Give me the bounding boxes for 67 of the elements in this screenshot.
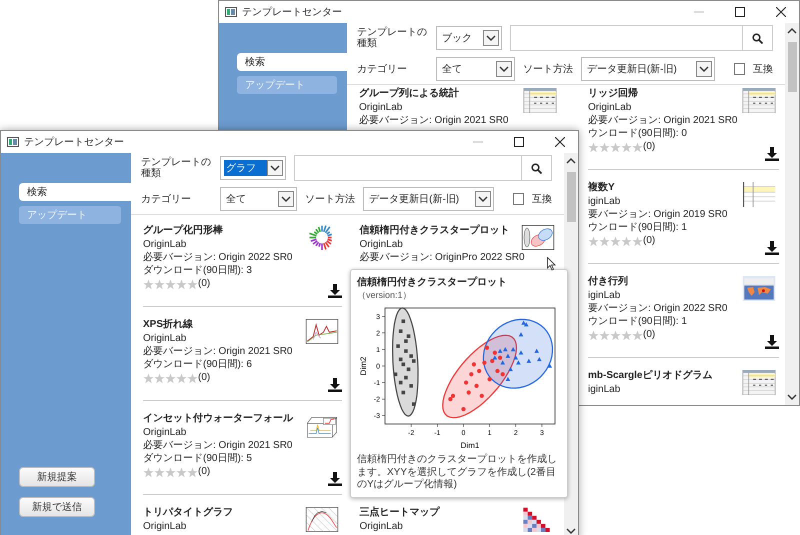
sidebar-button[interactable]: 新規で送信 — [19, 497, 95, 517]
rating-count: (0) — [198, 372, 210, 384]
window-title: テンプレートセンター — [24, 136, 125, 149]
download-count: ダウンロード(90日間): 6 — [143, 359, 252, 371]
template-title[interactable]: 信頼楕円付きクラスタープロット — [360, 225, 510, 237]
template-title[interactable]: XPS折れ線 — [143, 319, 194, 331]
template-title[interactable]: グループ列による統計 — [359, 88, 459, 100]
author-name: OriginLab — [360, 521, 403, 533]
download-count: ダウンロード(90日間): 3 — [143, 265, 252, 277]
sidebar-tab[interactable]: 検索 — [237, 53, 347, 71]
author-name: iginLab — [588, 384, 620, 396]
compat-label: 互換 — [532, 193, 552, 206]
sort-dropdown[interactable]: データ更新日(新-旧) — [580, 57, 715, 81]
category-label: カテゴリー — [357, 64, 408, 74]
compat-label: 互換 — [753, 63, 773, 76]
axis-title: Dim1 — [460, 441, 480, 450]
version-label: （version:1） — [357, 289, 412, 302]
rating-count: (0) — [643, 329, 656, 341]
category-dropdown[interactable]: 全て — [436, 57, 515, 81]
template-title[interactable]: インセット付ウォーターフォール — [143, 413, 293, 425]
required-version: 要バージョン: Origin 2022 SR0 — [588, 303, 728, 315]
download-count: ウンロード(90日間): 1 — [588, 222, 687, 234]
required-version: 必要バージョン: Origin 2021 SR0 — [359, 115, 508, 127]
author-name: OriginLab — [143, 239, 186, 251]
author-name: OriginLab — [359, 102, 402, 114]
category-label: カテゴリー — [141, 194, 192, 204]
sort-label: ソート方法 — [305, 192, 356, 206]
author-name: OriginLab — [143, 333, 186, 345]
template-title[interactable]: グループ化円形棒 — [143, 225, 223, 237]
popup-title: 信頼楕円付きクラスタープロット — [357, 275, 507, 289]
author-name: OriginLab — [360, 239, 403, 251]
sidebar-button[interactable]: 新規提案 — [19, 467, 95, 487]
author-name: iginLab — [588, 290, 620, 302]
rating-count: (0) — [198, 466, 210, 478]
author-name: OriginLab — [143, 427, 186, 439]
author-name: OriginLab — [143, 521, 186, 533]
sort-dropdown[interactable]: データ更新日(新-旧) — [363, 187, 494, 211]
template-type-dropdown[interactable]: ブック — [436, 26, 502, 50]
template-title[interactable]: 三点ヒートマップ — [360, 507, 440, 519]
category-dropdown[interactable]: 全て — [220, 187, 298, 211]
required-version: 必要バージョン: OriginPro 2022 SR0 — [360, 252, 525, 264]
template-type-label: テンプレートの種類 — [141, 157, 212, 179]
popup-description: 信頼楕円付きのクラスタープロットを作成します。XYYを選択してグラフを作成し(2番目のYはグループ化情報) — [357, 454, 558, 492]
rating-count: (0) — [643, 235, 656, 247]
template-title[interactable]: 付き行列 — [588, 276, 628, 288]
download-count: ダウンロード(90日間): 5 — [143, 453, 252, 465]
template-title[interactable]: 複数Y — [588, 182, 615, 194]
rating-count: (0) — [198, 278, 210, 290]
author-name: iginLab — [588, 196, 620, 208]
sort-label: ソート方法 — [522, 62, 573, 76]
required-version: 必要バージョン: Origin 2021 SR0 — [588, 115, 738, 127]
template-type-dropdown[interactable]: グラフ — [220, 156, 286, 180]
required-version: 必要バージョン: Origin 2021 SR0 — [143, 346, 292, 358]
download-count: ウンロード(90日間): 1 — [588, 316, 687, 328]
rating-count: (0) — [643, 141, 656, 153]
template-title[interactable]: トリパタイトグラフ — [143, 507, 233, 519]
required-version: 必要バージョン: Origin 2022 SR0 — [143, 252, 292, 264]
axis-title: Dim2 — [359, 356, 368, 376]
template-type-label: テンプレートの種類 — [357, 27, 428, 49]
required-version: 要バージョン: Origin 2019 SR0 — [588, 209, 728, 221]
required-version: 必要バージョン: Origin 2021 SR0 — [143, 440, 292, 452]
window-title: テンプレートセンター — [242, 6, 343, 19]
download-count: ウンロード(90日間): 0 — [588, 128, 687, 140]
template-title[interactable]: mb-Scargleピリオドグラム — [588, 370, 712, 382]
template-title[interactable]: リッジ回帰 — [588, 88, 638, 100]
author-name: OriginLab — [588, 102, 632, 114]
sidebar-tab[interactable]: 検索 — [19, 183, 131, 201]
